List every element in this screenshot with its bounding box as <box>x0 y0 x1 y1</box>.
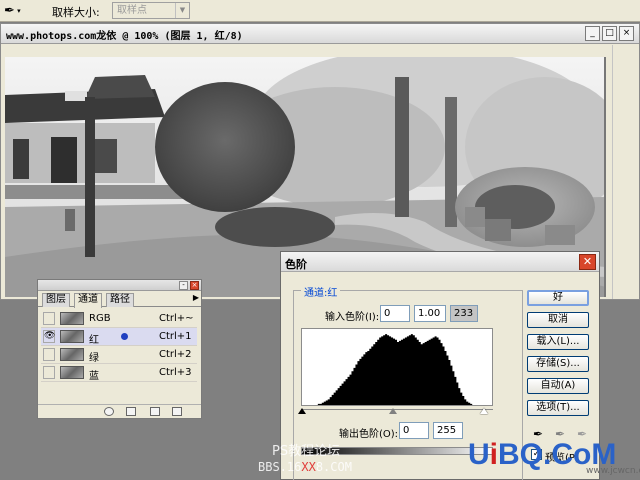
new-channel-icon[interactable] <box>150 407 160 416</box>
watermark-url-prefix: BBS.16 <box>258 460 302 474</box>
channel-thumbnail <box>60 330 84 343</box>
tab-layers[interactable]: 图层 <box>42 293 70 307</box>
palette-minimize-button[interactable]: - <box>179 281 188 290</box>
options-bar: ✒ ▾ 取样大小: 取样点 ▼ <box>0 0 640 22</box>
channel-shortcut: Ctrl+1 <box>159 331 192 342</box>
histogram-graph <box>302 334 492 405</box>
input-black-slider[interactable] <box>298 408 306 414</box>
sample-size-value: 取样点 <box>117 5 147 16</box>
document-titlebar[interactable]: www.photops.com龙依 @ 100% (图层 1, 红/8) _ □… <box>1 24 639 44</box>
sample-size-label: 取样大小: <box>52 6 100 19</box>
channel-row-green[interactable]: 绿 Ctrl+2 <box>41 346 197 364</box>
vertical-scrollbar[interactable] <box>612 45 639 299</box>
visibility-toggle[interactable] <box>43 312 55 325</box>
watermark-small: www.jcwcn.com <box>586 466 640 476</box>
watermark-brand-pre: U <box>468 438 490 471</box>
palette-menu-icon[interactable]: ▶ <box>193 293 199 302</box>
histogram-area <box>302 334 492 405</box>
dialog-title: 色阶 <box>285 258 307 271</box>
watermark-url: BBS.16XX8.COM <box>258 460 352 474</box>
channels-palette: - × 图层 通道 路径 ▶ RGB Ctrl+~ 👁 红 Ctrl+1 绿 C… <box>37 279 202 419</box>
chevron-down-icon: ▼ <box>175 3 189 18</box>
channel-shortcut: Ctrl+3 <box>159 367 192 378</box>
trash-icon[interactable] <box>172 407 182 416</box>
tab-channels[interactable]: 通道 <box>74 293 102 308</box>
visibility-toggle[interactable] <box>43 348 55 361</box>
channel-row-rgb[interactable]: RGB Ctrl+~ <box>41 310 197 328</box>
output-black-field[interactable]: 0 <box>399 422 429 439</box>
input-white-field[interactable]: 233 <box>450 305 478 322</box>
input-white-slider[interactable] <box>480 408 488 414</box>
channel-row-blue[interactable]: 蓝 Ctrl+3 <box>41 364 197 382</box>
chevron-down-icon: ▾ <box>14 7 21 15</box>
channel-shortcut: Ctrl+~ <box>159 313 194 324</box>
palette-close-button[interactable]: × <box>190 281 199 290</box>
channel-thumbnail <box>60 366 84 379</box>
save-button[interactable]: 存储(S)... <box>527 356 589 372</box>
visibility-toggle[interactable] <box>43 366 55 379</box>
eyedropper-tool-preset[interactable]: ✒ ▾ <box>4 2 40 20</box>
ok-button[interactable]: 好 <box>527 290 589 306</box>
palette-bottom-bar <box>38 404 201 418</box>
options-button[interactable]: 选项(T)... <box>527 400 589 416</box>
watermark-brand-accent: i <box>489 438 499 471</box>
channel-name: 蓝 <box>89 371 99 382</box>
input-black-field[interactable]: 0 <box>380 305 410 322</box>
auto-button[interactable]: 自动(A) <box>527 378 589 394</box>
input-gamma-slider[interactable] <box>389 408 397 414</box>
output-white-field[interactable]: 255 <box>433 422 463 439</box>
maximize-button[interactable]: □ <box>602 26 617 41</box>
channel-shortcut: Ctrl+2 <box>159 349 192 360</box>
eyedropper-icon: ✒ <box>4 3 15 19</box>
document-title: www.photops.com龙依 @ 100% (图层 1, 红/8) <box>6 31 243 42</box>
eye-icon[interactable]: 👁 <box>43 330 55 343</box>
input-slider-track[interactable] <box>301 409 493 410</box>
palette-titlebar[interactable]: - × <box>38 280 201 291</box>
close-icon[interactable]: ✕ <box>579 254 596 270</box>
save-selection-icon[interactable] <box>126 407 136 416</box>
watermark-forum: PS教程论坛 <box>272 444 341 459</box>
channel-thumbnail <box>60 312 84 325</box>
input-gamma-field[interactable]: 1.00 <box>414 305 446 322</box>
watermark-url-red: XX <box>301 460 316 474</box>
watermark-url-suffix: 8.COM <box>315 460 352 474</box>
output-levels-label: 输出色阶(O): <box>339 429 399 440</box>
channel-thumbnail <box>60 348 84 361</box>
sample-size-select[interactable]: 取样点 ▼ <box>112 2 190 19</box>
channel-name: 绿 <box>89 353 99 364</box>
cancel-button[interactable]: 取消 <box>527 312 589 328</box>
histogram <box>301 328 493 406</box>
close-button[interactable]: × <box>619 26 634 41</box>
minimize-button[interactable]: _ <box>585 26 600 41</box>
load-button[interactable]: 载入(L)... <box>527 334 589 350</box>
load-selection-icon[interactable] <box>104 407 114 416</box>
active-channel-dot <box>121 333 128 340</box>
input-levels-label: 输入色阶(I): <box>325 312 380 323</box>
channel-name: 红 <box>89 335 99 346</box>
palette-tabs: 图层 通道 路径 ▶ <box>38 292 201 308</box>
channel-label: 通道:红 <box>301 284 341 299</box>
dialog-titlebar[interactable]: 色阶 ✕ <box>281 252 599 272</box>
channel-row-red[interactable]: 👁 红 Ctrl+1 <box>41 328 197 346</box>
tab-paths[interactable]: 路径 <box>106 293 134 307</box>
channel-name: RGB <box>89 313 111 324</box>
